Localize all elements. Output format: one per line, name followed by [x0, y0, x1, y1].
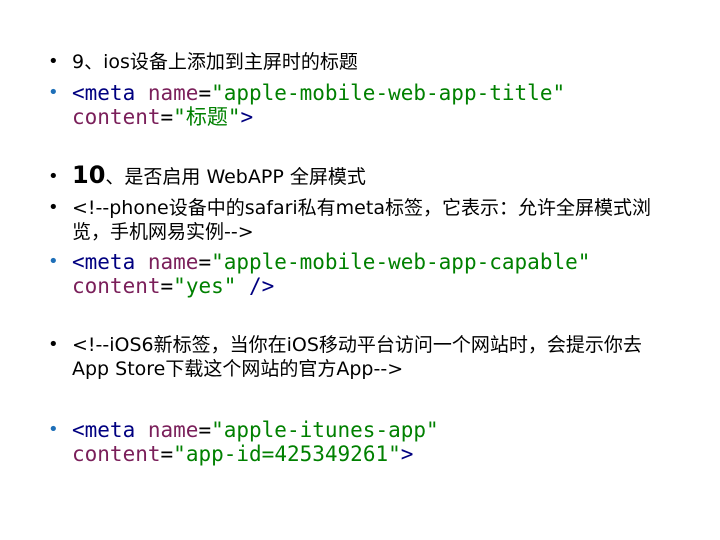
fullscreen-heading-text: 10、是否启用 WebAPP 全屏模式	[72, 163, 668, 189]
name-value: "apple-mobile-web-app-capable"	[211, 250, 591, 274]
bullet-icon: •	[48, 334, 59, 355]
meta-itunes-app-code: <meta name="apple-itunes-app" content="ap…	[72, 418, 668, 466]
bullet-icon: •	[48, 251, 59, 272]
bullet-icon: •	[48, 51, 59, 72]
list-item-meta-itunes-app: • <meta name="apple-itunes-app" content="…	[48, 418, 668, 466]
tag-close: >	[240, 105, 254, 129]
safari-comment-text: <!--phone设备中的safari私有meta标签，它表示：允许全屏模式浏览…	[72, 197, 651, 243]
content-attribute: content	[72, 105, 161, 129]
content-value: "标题"	[173, 105, 241, 129]
name-value: "apple-itunes-app"	[211, 418, 439, 442]
list-item-ios6-comment: • <!--iOS6新标签，当你在iOS移动平台访问一个网站时，会提示你去App…	[48, 333, 668, 381]
name-attribute: name	[147, 81, 199, 105]
list-item-meta-web-app-title: • <meta name="apple-mobile-web-app-title…	[48, 81, 668, 129]
equals-sign: =	[198, 250, 212, 274]
ios-title-heading-text: 9、ios设备上添加到主屏时的标题	[72, 51, 358, 73]
bullet-icon: •	[48, 82, 59, 103]
list-item-safari-comment: • <!--phone设备中的safari私有meta标签，它表示：允许全屏模式…	[48, 196, 668, 244]
equals-sign: =	[198, 81, 212, 105]
meta-web-app-capable-code: <meta name="apple-mobile-web-app-capable…	[72, 250, 668, 298]
content-value: "yes"	[173, 274, 237, 298]
name-value: "apple-mobile-web-app-title"	[211, 81, 566, 105]
list-item-meta-web-app-capable: • <meta name="apple-mobile-web-app-capab…	[48, 250, 668, 298]
equals-sign: =	[160, 105, 174, 129]
tag-open: <meta	[72, 81, 148, 105]
equals-sign: =	[198, 418, 212, 442]
equals-sign: =	[160, 274, 174, 298]
heading-label: 、是否启用 WebAPP 全屏模式	[105, 166, 366, 188]
content-attribute: content	[72, 274, 161, 298]
bullet-icon: •	[48, 419, 59, 440]
list-item-fullscreen-heading: • 10、是否启用 WebAPP 全屏模式	[48, 163, 668, 189]
slide: • 9、ios设备上添加到主屏时的标题 • <meta name="apple-…	[0, 0, 720, 540]
list-item-ios-title-heading: • 9、ios设备上添加到主屏时的标题	[48, 50, 668, 74]
tag-open: <meta	[72, 250, 148, 274]
ios6-comment-text: <!--iOS6新标签，当你在iOS移动平台访问一个网站时，会提示你去App S…	[72, 334, 642, 380]
tag-open: <meta	[72, 418, 148, 442]
name-attribute: name	[147, 418, 199, 442]
tag-close: />	[236, 274, 275, 298]
content-attribute: content	[72, 442, 161, 466]
meta-web-app-title-code: <meta name="apple-mobile-web-app-title" c…	[72, 81, 668, 129]
tag-close: >	[400, 442, 414, 466]
name-attribute: name	[147, 250, 199, 274]
bullet-icon: •	[48, 166, 59, 187]
heading-number: 10	[72, 161, 106, 189]
bullet-icon: •	[48, 197, 59, 218]
content-value: "app-id=425349261"	[173, 442, 401, 466]
equals-sign: =	[160, 442, 174, 466]
